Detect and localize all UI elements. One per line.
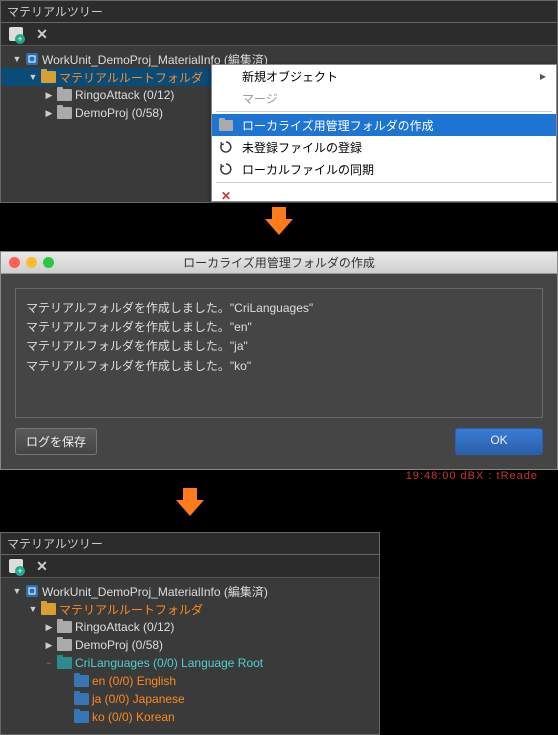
folder-icon — [41, 71, 56, 83]
menu-label: ローカライズ用管理フォルダの作成 — [242, 117, 434, 134]
close-icon[interactable] — [9, 257, 20, 268]
log-line: マテリアルフォルダを作成しました。"en" — [26, 318, 532, 337]
tree-row-demo[interactable]: ▶ DemoProj (0/58) — [1, 636, 379, 654]
delete-icon[interactable]: ✕ — [33, 26, 51, 42]
folder-icon — [57, 621, 72, 633]
tree-row-root[interactable]: ▼ マテリアルルートフォルダ — [1, 600, 379, 618]
menu-cutoff: ✕ — [212, 185, 556, 201]
tree-label: DemoProj (0/58) — [75, 106, 163, 120]
panel-toolbar: ✕ — [1, 555, 379, 578]
delete-icon[interactable]: ✕ — [33, 558, 51, 574]
material-tree: ▼ WorkUnit_DemoProj_MaterialInfo (編集済) ▼… — [1, 46, 557, 202]
x-icon: ✕ — [218, 188, 234, 201]
material-tree: ▼ WorkUnit_DemoProj_MaterialInfo (編集済) ▼… — [1, 578, 379, 734]
dialog-buttons: ログを保存 OK — [15, 428, 543, 455]
context-menu: 新規オブジェクト マージ ローカライズ用管理フォルダの作成 未登録ファイルの登録 — [211, 64, 557, 202]
tree-row-en[interactable]: en (0/0) English — [1, 672, 379, 690]
flow-arrow — [0, 203, 558, 251]
folder-icon — [57, 89, 72, 101]
log-output: マテリアルフォルダを作成しました。"CriLanguages" マテリアルフォル… — [15, 288, 543, 418]
folder-icon — [57, 657, 72, 669]
workunit-icon — [25, 52, 39, 66]
log-line: マテリアルフォルダを作成しました。"ko" — [26, 357, 532, 376]
tree-label: ja (0/0) Japanese — [92, 692, 185, 706]
dialog-title: ローカライズ用管理フォルダの作成 — [1, 254, 557, 271]
menu-label: 未登録ファイルの登録 — [242, 139, 362, 156]
sync-icon — [218, 161, 234, 177]
folder-icon — [74, 693, 89, 705]
material-tree-panel-result: マテリアルツリー ✕ ▼ WorkUnit_DemoProj_MaterialI… — [0, 532, 380, 735]
folder-icon — [74, 711, 89, 723]
expand-icon[interactable]: ▶ — [44, 640, 54, 651]
folder-icon — [74, 675, 89, 687]
panel-title: マテリアルツリー — [1, 1, 557, 23]
menu-item-merge: マージ — [212, 87, 556, 109]
tree-label: RingoAttack (0/12) — [75, 88, 174, 102]
menu-separator — [216, 182, 552, 183]
panel-title: マテリアルツリー — [1, 533, 379, 555]
background-text: 19:48:00 dBX : tReade — [0, 470, 558, 484]
expand-icon[interactable]: ▼ — [12, 586, 22, 596]
menu-label: ローカルファイルの同期 — [242, 161, 374, 178]
tree-label: ko (0/0) Korean — [92, 710, 175, 724]
menu-label: 新規オブジェクト — [242, 68, 338, 85]
arrow-down-icon — [176, 500, 204, 516]
tree-row-ko[interactable]: ko (0/0) Korean — [1, 708, 379, 726]
tree-label: RingoAttack (0/12) — [75, 620, 174, 634]
tree-label: CriLanguages (0/0) Language Root — [75, 656, 263, 670]
zoom-icon[interactable] — [43, 257, 54, 268]
menu-label: マージ — [242, 90, 278, 107]
menu-item-new-object[interactable]: 新規オブジェクト — [212, 65, 556, 87]
material-tree-panel-initial: マテリアルツリー ✕ ▼ WorkUnit_DemoProj_MaterialI… — [0, 0, 558, 203]
add-doc-icon[interactable] — [7, 558, 25, 574]
tree-label: マテリアルルートフォルダ — [59, 69, 203, 86]
expand-icon[interactable]: ▶ — [44, 90, 54, 101]
flow-arrow — [0, 484, 380, 532]
tree-row-workunit[interactable]: ▼ WorkUnit_DemoProj_MaterialInfo (編集済) — [1, 582, 379, 600]
window-controls — [1, 257, 54, 268]
arrow-down-icon — [265, 219, 293, 235]
tree-row-ja[interactable]: ja (0/0) Japanese — [1, 690, 379, 708]
folder-icon — [57, 639, 72, 651]
expand-icon[interactable]: ▶ — [44, 622, 54, 633]
expand-icon[interactable]: ▶ — [44, 108, 54, 119]
create-l10n-dialog: ローカライズ用管理フォルダの作成 マテリアルフォルダを作成しました。"CriLa… — [0, 251, 558, 470]
folder-icon — [218, 117, 234, 133]
folder-icon — [57, 107, 72, 119]
menu-item-sync-local[interactable]: ローカルファイルの同期 — [212, 158, 556, 180]
expand-icon[interactable]: ▼ — [28, 72, 38, 82]
tree-row-crilanguages[interactable]: − CriLanguages (0/0) Language Root — [1, 654, 379, 672]
log-line: マテリアルフォルダを作成しました。"CriLanguages" — [26, 299, 532, 318]
expand-icon[interactable]: ▼ — [12, 54, 22, 64]
expand-icon[interactable]: − — [44, 658, 54, 668]
workunit-icon — [25, 584, 39, 598]
tree-label: DemoProj (0/58) — [75, 638, 163, 652]
ok-button[interactable]: OK — [455, 428, 543, 455]
tree-label: マテリアルルートフォルダ — [59, 601, 203, 618]
tree-label: en (0/0) English — [92, 674, 176, 688]
menu-item-register-files[interactable]: 未登録ファイルの登録 — [212, 136, 556, 158]
tree-row-ringo[interactable]: ▶ RingoAttack (0/12) — [1, 618, 379, 636]
add-doc-icon[interactable] — [7, 26, 25, 42]
save-log-button[interactable]: ログを保存 — [15, 428, 97, 455]
tree-label: WorkUnit_DemoProj_MaterialInfo (編集済) — [42, 583, 268, 600]
menu-item-create-l10n-folder[interactable]: ローカライズ用管理フォルダの作成 — [212, 114, 556, 136]
log-line: マテリアルフォルダを作成しました。"ja" — [26, 337, 532, 356]
folder-icon — [41, 603, 56, 615]
menu-separator — [216, 111, 552, 112]
expand-icon[interactable]: ▼ — [28, 604, 38, 614]
refresh-icon — [218, 139, 234, 155]
dialog-body: マテリアルフォルダを作成しました。"CriLanguages" マテリアルフォル… — [1, 274, 557, 469]
panel-toolbar: ✕ — [1, 23, 557, 46]
dialog-titlebar: ローカライズ用管理フォルダの作成 — [1, 252, 557, 274]
minimize-icon[interactable] — [26, 257, 37, 268]
